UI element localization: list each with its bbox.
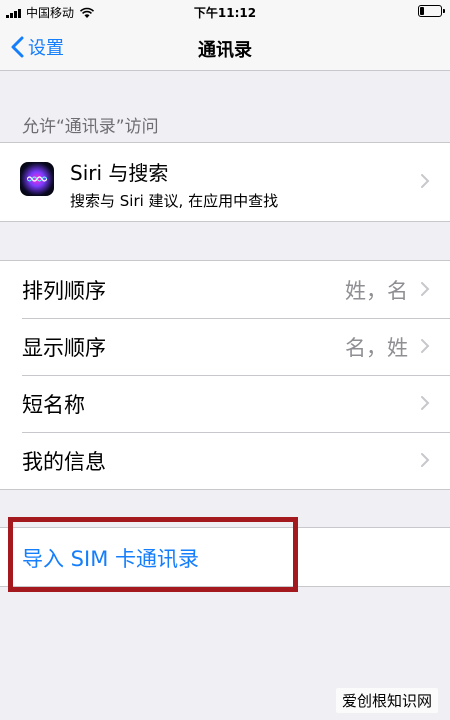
my-info-row[interactable]: 我的信息 — [0, 432, 450, 489]
nav-bar: 设置 通讯录 — [0, 24, 450, 71]
short-name-row[interactable]: 短名称 — [0, 375, 450, 432]
my-info-label: 我的信息 — [22, 450, 106, 474]
display-order-label: 显示顺序 — [22, 336, 106, 360]
siri-search-row[interactable]: Siri 与搜索 搜索与 Siri 建议, 在应用中查找 — [0, 142, 450, 222]
sort-order-row[interactable]: 排列顺序 姓，名 — [0, 261, 450, 318]
status-bar: 中国移动 下午11:12 — [0, 0, 450, 24]
siri-subtitle: 搜索与 Siri 建议, 在应用中查找 — [70, 192, 279, 210]
status-time: 下午11:12 — [193, 6, 257, 20]
chevron-right-icon — [421, 282, 430, 296]
siri-title: Siri 与搜索 — [70, 161, 169, 185]
chevron-right-icon — [421, 396, 430, 410]
short-name-label: 短名称 — [22, 393, 85, 417]
watermark: 爱创根知识网 — [335, 688, 438, 713]
display-order-row[interactable]: 显示顺序 名，姓 — [0, 318, 450, 375]
display-order-value: 名，姓 — [345, 336, 408, 360]
highlight-annotation — [8, 517, 298, 592]
contacts-settings-group: 排列顺序 姓，名 显示顺序 名，姓 短名称 我的信息 — [0, 260, 450, 490]
page-title: 通讯录 — [198, 40, 252, 61]
siri-icon — [20, 162, 54, 196]
chevron-right-icon — [421, 453, 430, 467]
battery-icon — [418, 5, 445, 17]
chevron-right-icon — [421, 174, 430, 188]
chevron-right-icon — [421, 339, 430, 353]
section-header-access: 允许“通讯录”访问 — [22, 117, 159, 137]
sort-order-label: 排列顺序 — [22, 279, 106, 303]
sort-order-value: 姓，名 — [345, 279, 408, 303]
